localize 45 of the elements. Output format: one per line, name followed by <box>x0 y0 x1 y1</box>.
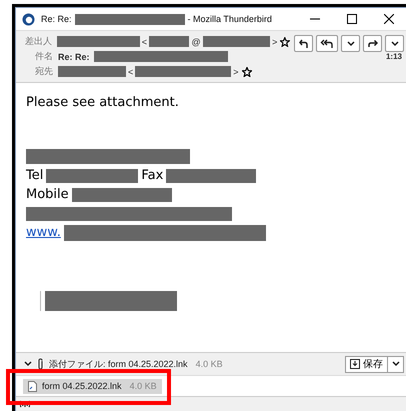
more-button[interactable] <box>385 35 404 52</box>
bracket-text: > <box>272 36 278 46</box>
subject-text: Re: Re: <box>58 52 90 62</box>
window-title: - Mozilla Thunderbird <box>188 14 272 24</box>
paperclip-icon <box>37 358 44 370</box>
label-text: Mobile <box>26 187 69 202</box>
message-text: Please see attachment. <box>26 95 180 110</box>
redaction-block <box>202 36 270 47</box>
file-icon <box>28 380 37 392</box>
bracket-text: < <box>128 66 134 76</box>
label-text: Fax <box>141 168 164 183</box>
chevron-down-icon <box>392 361 400 367</box>
forward-button[interactable] <box>363 35 382 52</box>
window-title: Re: Re: <box>41 14 72 24</box>
save-icon <box>350 359 360 369</box>
maximize-icon <box>347 14 357 24</box>
bracket-text: > <box>233 66 239 76</box>
app-logo-icon <box>22 12 35 26</box>
chevron-down-icon[interactable] <box>24 361 32 367</box>
time-text: 1:13 <box>386 52 402 61</box>
bracket-text: < <box>142 36 147 46</box>
star-icon[interactable] <box>242 66 252 76</box>
redaction-block <box>58 66 126 77</box>
forward-icon <box>368 38 378 48</box>
field-label: 宛先 <box>34 65 53 78</box>
chevron-down-icon <box>346 40 354 46</box>
redaction-block <box>148 36 190 47</box>
close-icon <box>384 14 394 24</box>
label-text: Tel <box>26 168 44 183</box>
star-icon[interactable] <box>280 36 290 46</box>
reply-icon <box>298 38 308 48</box>
website-link[interactable]: www. <box>26 225 61 240</box>
reply-button[interactable] <box>294 35 313 52</box>
reply-all-icon <box>320 38 334 48</box>
reply-all-button[interactable] <box>316 35 338 52</box>
dropdown-button[interactable] <box>341 35 360 52</box>
field-label: 差出人 <box>24 35 52 48</box>
at-sign-text: @ <box>191 36 201 46</box>
dropdown-button[interactable] <box>388 356 404 372</box>
chevron-down-icon <box>390 40 398 46</box>
field-label: 件名 <box>34 50 53 63</box>
size-text: 4.0 KB <box>196 359 223 369</box>
attachment-item[interactable]: form 04.25.2022.lnk 4.0 KB <box>23 378 162 394</box>
attachment-label: 添付ファイル: form 04.25.2022.lnk <box>49 358 188 370</box>
save-button[interactable]: 保存 <box>345 356 388 372</box>
